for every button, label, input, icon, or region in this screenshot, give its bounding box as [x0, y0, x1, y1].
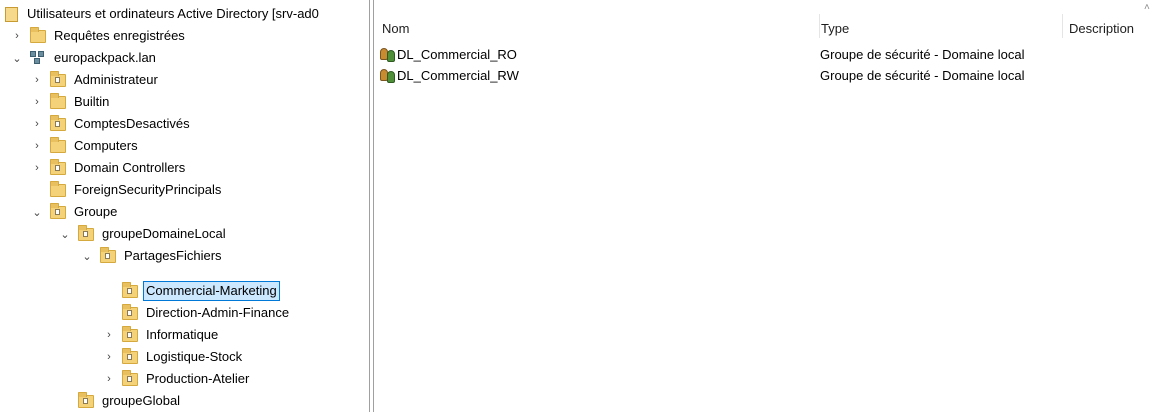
tree-item-administrateur[interactable]: › Administrateur [30, 69, 161, 91]
tree-item-computers[interactable]: › Computers [30, 135, 141, 157]
scroll-up-arrow-icon[interactable]: ˄ [1144, 2, 1154, 13]
ou-folder-icon [122, 369, 138, 386]
ad-console-icon [5, 6, 18, 22]
ou-folder-icon [122, 347, 138, 364]
chevron-right-icon[interactable]: › [10, 25, 24, 47]
tree-root-label: Utilisateurs et ordinateurs Active Direc… [27, 6, 319, 21]
tree-item-label: Production-Atelier [146, 371, 250, 386]
tree-item-label: groupeDomaineLocal [102, 226, 226, 241]
domain-icon [30, 51, 46, 65]
chevron-right-icon[interactable]: › [30, 69, 44, 91]
ou-folder-icon [122, 281, 138, 298]
tree-item-label: Requêtes enregistrées [54, 28, 185, 43]
security-group-icon [380, 68, 396, 83]
column-divider[interactable] [819, 14, 820, 38]
tree-item-label: PartagesFichiers [124, 248, 222, 263]
tree-item-label: ComptesDesactivés [74, 116, 190, 131]
tree-item-label: Computers [74, 138, 138, 153]
tree-item-label: ForeignSecurityPrincipals [74, 182, 222, 197]
tree-item-domain-controllers[interactable]: › Domain Controllers [30, 157, 188, 179]
tree-item-label: groupeGlobal [102, 393, 181, 408]
chevron-down-icon[interactable]: ⌄ [10, 47, 24, 69]
chevron-down-icon[interactable]: ⌄ [58, 223, 72, 245]
tree-item-partages-fichiers[interactable]: ⌄ PartagesFichiers [80, 245, 225, 267]
ou-folder-icon [50, 158, 66, 175]
chevron-right-icon[interactable]: › [102, 346, 116, 368]
column-header-name[interactable]: Nom [382, 14, 409, 44]
list-item-name: DL_Commercial_RW [397, 68, 519, 83]
security-group-icon [380, 47, 396, 62]
tree-item-direction-admin-finance[interactable]: Direction-Admin-Finance [116, 302, 292, 324]
tree-item-label: europackpack.lan [54, 50, 156, 65]
tree-item-groupe-global[interactable]: groupeGlobal [72, 390, 183, 412]
tree-item-label: Domain Controllers [74, 160, 186, 175]
tree-item-foreign-security-principals[interactable]: ForeignSecurityPrincipals [44, 179, 224, 201]
tree-item-label: Administrateur [74, 72, 158, 87]
tree-item-informatique[interactable]: › Informatique [102, 324, 221, 346]
tree-item-domain[interactable]: ⌄ europackpack.lan [10, 47, 159, 69]
tree-item-commercial-marketing[interactable]: Commercial-Marketing [116, 280, 280, 302]
ou-folder-icon [78, 224, 94, 241]
column-header-type[interactable]: Type [821, 14, 849, 44]
tree-item-label: Direction-Admin-Finance [146, 305, 290, 320]
chevron-down-icon[interactable]: ⌄ [80, 245, 94, 267]
tree-item-label: Logistique-Stock [146, 349, 243, 364]
folder-icon [50, 92, 66, 109]
tree-root-node[interactable]: Utilisateurs et ordinateurs Active Direc… [2, 3, 322, 25]
column-divider[interactable] [1062, 14, 1063, 38]
tree-item-groupe[interactable]: ⌄ Groupe [30, 201, 120, 223]
list-item-type: Groupe de sécurité - Domaine local [820, 47, 1025, 62]
folder-icon [50, 180, 66, 197]
chevron-right-icon[interactable]: › [30, 91, 44, 113]
column-header-description[interactable]: Description [1069, 14, 1134, 44]
tree-item-label: Groupe [74, 204, 118, 219]
chevron-right-icon[interactable]: › [30, 135, 44, 157]
ou-folder-icon [50, 114, 66, 131]
tree-item-builtin[interactable]: › Builtin [30, 91, 112, 113]
list-item-name: DL_Commercial_RO [397, 47, 517, 62]
chevron-down-icon[interactable]: ⌄ [30, 201, 44, 223]
tree-item-label-selected: Commercial-Marketing [143, 281, 280, 301]
chevron-right-icon[interactable]: › [30, 113, 44, 135]
tree-item-groupe-domaine-local[interactable]: ⌄ groupeDomaineLocal [58, 223, 229, 245]
chevron-right-icon[interactable]: › [30, 157, 44, 179]
list-item[interactable]: DL_Commercial_RO Groupe de sécurité - Do… [380, 44, 1150, 65]
ou-folder-icon [100, 246, 116, 263]
ou-folder-icon [50, 202, 66, 219]
tree-item-logistique-stock[interactable]: › Logistique-Stock [102, 346, 245, 368]
details-list-pane[interactable]: Nom Type Description ˄ DL_Commercial_RO … [374, 0, 1158, 412]
chevron-right-icon[interactable]: › [102, 368, 116, 390]
tree-item-requetes-enregistrees[interactable]: › Requêtes enregistrées [10, 25, 188, 47]
ou-folder-icon [78, 391, 94, 408]
ou-folder-icon [122, 325, 138, 342]
ou-folder-icon [122, 303, 138, 320]
folder-icon [50, 136, 66, 153]
chevron-right-icon[interactable]: › [102, 324, 116, 346]
list-item-type: Groupe de sécurité - Domaine local [820, 68, 1025, 83]
tree-item-label: Builtin [74, 94, 110, 109]
tree-item-production-atelier[interactable]: › Production-Atelier [102, 368, 252, 390]
folder-icon [30, 26, 46, 43]
tree-item-label: Informatique [146, 327, 219, 342]
list-item[interactable]: DL_Commercial_RW Groupe de sécurité - Do… [380, 65, 1150, 86]
tree-item-comptes-desactives[interactable]: › ComptesDesactivés [30, 113, 193, 135]
ou-folder-icon [50, 70, 66, 87]
console-tree-pane[interactable]: Utilisateurs et ordinateurs Active Direc… [0, 0, 369, 412]
